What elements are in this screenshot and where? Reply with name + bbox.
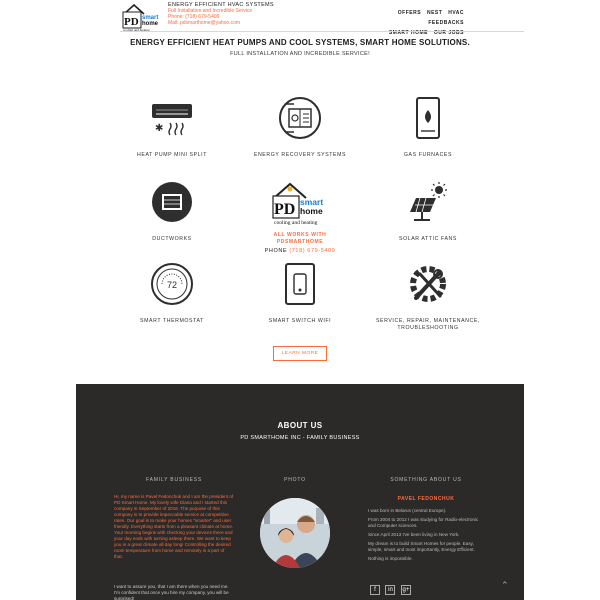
pd-smart-home-center-logo[interactable]: PD smart home cooling and heating bbox=[268, 180, 332, 226]
phone-label: PHONE bbox=[264, 248, 288, 254]
svg-text:home: home bbox=[300, 206, 323, 216]
ac-unit-icon: ✱ bbox=[152, 104, 192, 136]
scroll-to-top-icon[interactable]: ⌃ bbox=[501, 580, 509, 591]
service-label: SOLAR ATTIC FANS bbox=[399, 236, 457, 242]
header-mail[interactable]: Mail: pdsmarthome@yahoo.com bbox=[168, 20, 274, 26]
service-repair[interactable]: SERVICE, REPAIR, MAINTENANCE, TROUBLESHO… bbox=[348, 262, 508, 332]
about-line: I was born in Belarus (central Europe). bbox=[368, 508, 447, 513]
hero-title: ENERGY EFFICIENT HEAT PUMPS AND COOL SYS… bbox=[130, 38, 470, 47]
service-gas-furnaces[interactable]: GAS FURNACES bbox=[348, 96, 508, 159]
col-family-heading: FAMILY BUSINESS bbox=[146, 477, 202, 483]
about-line: Nothing is impossible. bbox=[368, 556, 413, 561]
col-some-heading: SOMETHING ABOUT US bbox=[390, 477, 462, 483]
google-plus-icon[interactable]: g+ bbox=[400, 585, 411, 595]
svg-text:home: home bbox=[142, 21, 159, 27]
something-about-us-text: I was born in Belarus (central Europe). … bbox=[368, 508, 486, 565]
nav-feedbacks[interactable]: FEEDBACKS bbox=[428, 20, 464, 26]
nav-nest[interactable]: NEST bbox=[427, 10, 442, 16]
svg-text:cooling and heating: cooling and heating bbox=[274, 220, 318, 226]
service-label: SERVICE, REPAIR, MAINTENANCE, TROUBLESHO… bbox=[376, 318, 480, 331]
svg-text:PD: PD bbox=[274, 201, 295, 218]
thermostat-icon: 72 bbox=[151, 263, 193, 305]
about-subtitle: PD SMARTHOME INC - FAMILY BUSINESS bbox=[240, 435, 360, 441]
about-line: Since April 2013 I've been living in New… bbox=[368, 532, 460, 537]
svg-text:PD: PD bbox=[124, 16, 139, 28]
nav-hvac[interactable]: HVAC bbox=[448, 10, 464, 16]
nav-offers[interactable]: OFFERS bbox=[398, 10, 421, 16]
smart-switch-icon bbox=[285, 263, 315, 305]
duct-icon bbox=[152, 182, 192, 222]
furnace-icon bbox=[416, 97, 440, 139]
family-business-text-2: I want to assure you, that I am there wh… bbox=[114, 584, 229, 600]
svg-text:72: 72 bbox=[167, 280, 177, 290]
works-line-2: PDSMARTHOME bbox=[276, 238, 324, 245]
about-line: My dream is to build Smart Homes for peo… bbox=[368, 541, 475, 552]
family-photo bbox=[260, 498, 330, 568]
service-solar-attic-fans[interactable]: SOLAR ATTIC FANS bbox=[348, 180, 508, 243]
service-label: DUCTWORKS bbox=[152, 236, 192, 242]
svg-text:✱: ✱ bbox=[155, 123, 163, 134]
main-nav: OFFERS NEST HVAC FEEDBACKS SMART HOME OU… bbox=[354, 8, 464, 38]
about-line: From 2004 to 2012 I was studying for Rad… bbox=[368, 517, 479, 528]
owner-name: PAVEL FEDONCHUK bbox=[397, 496, 455, 502]
hero-subtitle: FULL INSTALLATION AND INCREDIBLE SERVICE… bbox=[230, 51, 370, 57]
center-phone[interactable]: PHONE (718) 679-5409 bbox=[230, 248, 370, 254]
facebook-icon[interactable]: f bbox=[370, 585, 380, 595]
pd-smart-home-logo[interactable]: PD smart home cooling and heating bbox=[120, 2, 164, 32]
header: PD smart home cooling and heating ENERGY… bbox=[0, 0, 600, 36]
family-photo-image bbox=[260, 498, 330, 568]
wrench-gear-icon bbox=[410, 266, 446, 302]
header-contact: ENERGY EFFICIENT HVAC SYSTEMS Full Insta… bbox=[168, 2, 274, 26]
phone-number[interactable]: (718) 679-5409 bbox=[289, 248, 335, 254]
about-section: ABOUT US PD SMARTHOME INC - FAMILY BUSIN… bbox=[76, 384, 524, 600]
all-works-note: ALL WORKS WITH PDSMARTHOME bbox=[230, 232, 370, 245]
col-photo-heading: PHOTO bbox=[284, 477, 306, 483]
about-title: ABOUT US bbox=[277, 421, 323, 430]
service-label: GAS FURNACES bbox=[403, 152, 453, 158]
linkedin-icon[interactable]: in bbox=[385, 585, 396, 595]
erv-icon bbox=[279, 97, 321, 139]
header-divider bbox=[120, 31, 524, 32]
learn-more-button[interactable]: LEARN MORE bbox=[273, 346, 327, 361]
solar-panel-icon bbox=[410, 182, 447, 221]
family-business-text: Hi, my name is Pavel Fedonchuk and I am … bbox=[114, 494, 234, 559]
social-links: f in g+ bbox=[370, 578, 412, 595]
